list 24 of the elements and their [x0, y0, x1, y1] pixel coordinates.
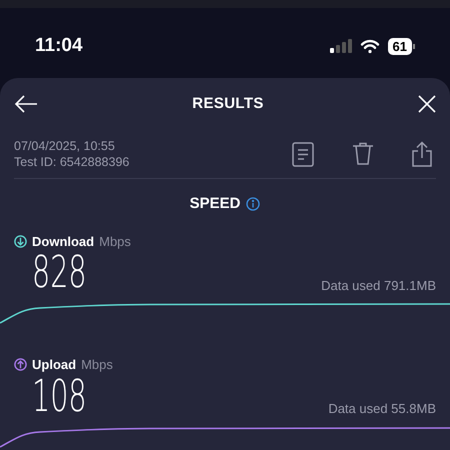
speed-value: 828	[32, 251, 87, 295]
page-title: RESULTS	[192, 94, 264, 114]
wifi-icon	[360, 38, 380, 54]
unit-label: Mbps	[81, 356, 113, 374]
data-used: Data used 55.8MB	[328, 400, 436, 418]
upload-arrow-icon	[14, 358, 27, 372]
close-icon[interactable]	[418, 95, 436, 113]
unit-label: Mbps	[99, 232, 131, 251]
back-arrow-icon[interactable]	[14, 94, 38, 114]
data-used: Data used 791.1MB	[321, 276, 436, 294]
document-icon[interactable]	[292, 142, 314, 166]
info-icon[interactable]	[246, 197, 260, 212]
trash-icon[interactable]	[352, 142, 374, 166]
signal-icon	[330, 39, 352, 53]
share-icon[interactable]	[412, 141, 432, 167]
section-title: SPEED	[190, 194, 240, 214]
speed-value: 108	[32, 374, 87, 418]
status-time: 11:04	[35, 34, 83, 58]
download-arrow-icon	[14, 234, 27, 248]
metric-label: Upload	[32, 356, 76, 374]
battery-level: 61	[388, 38, 412, 54]
test-id: Test ID: 6542888396	[14, 154, 130, 170]
metric-label: Download	[32, 232, 94, 250]
test-date: 07/04/2025, 10:55	[14, 138, 116, 154]
